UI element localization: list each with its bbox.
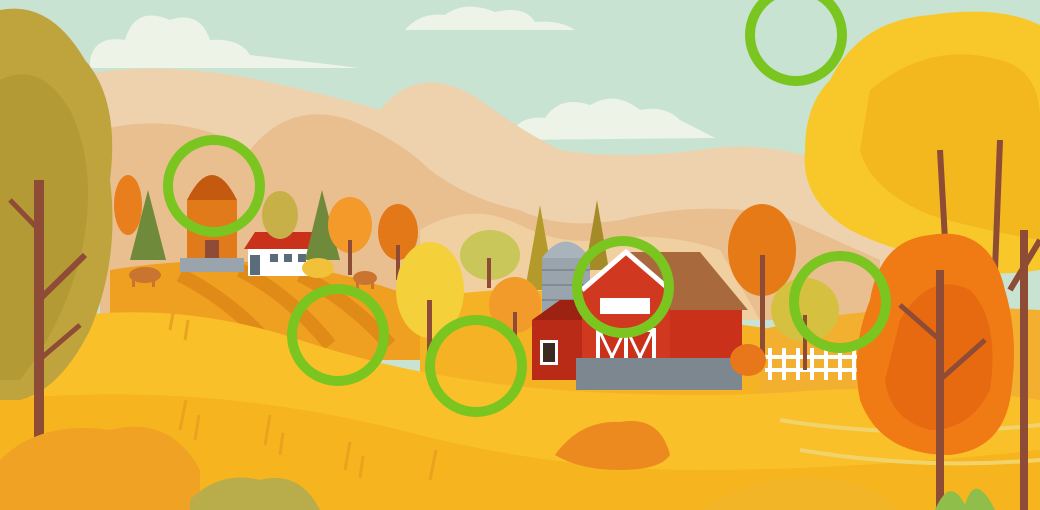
autumn-farm-illustration[interactable]	[0, 0, 1040, 510]
game-scene[interactable]	[0, 0, 1040, 510]
